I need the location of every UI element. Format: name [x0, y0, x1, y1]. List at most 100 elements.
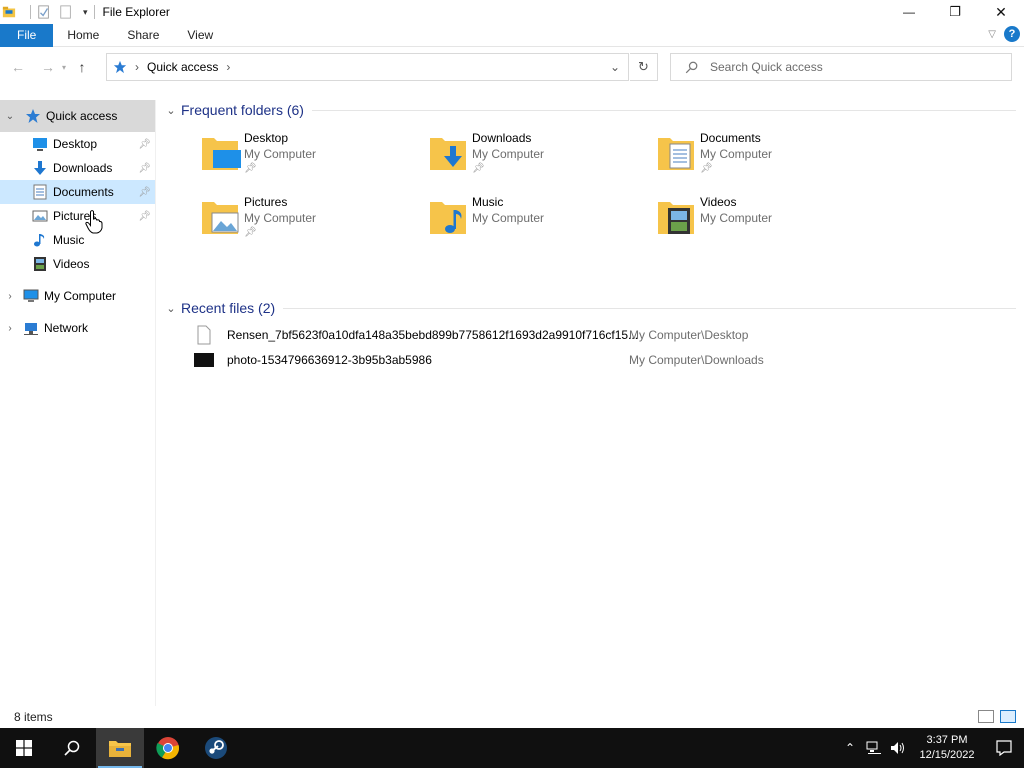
show-hidden-icons-button[interactable]: ⌃	[838, 741, 862, 755]
breadcrumb-chevron-icon[interactable]: ›	[226, 60, 230, 74]
network-icon	[24, 323, 38, 335]
chrome-app[interactable]	[144, 728, 192, 768]
folder-name: Pictures	[244, 195, 288, 209]
nav-music[interactable]: Music	[0, 228, 155, 252]
title-bar: ▾ File Explorer — ❐ ✕	[0, 0, 1024, 24]
nav-quick-access[interactable]: ⌄ Quick access	[0, 100, 155, 132]
tile-text: Music My Computer	[472, 194, 544, 250]
search-box[interactable]: Search Quick access	[670, 53, 1012, 81]
ribbon-right: ▽ ?	[988, 26, 1020, 42]
expand-chevron-icon[interactable]: ›	[3, 291, 17, 302]
minimize-icon: —	[903, 5, 915, 19]
breadcrumb-separator-icon[interactable]: ›	[135, 60, 139, 74]
nav-videos[interactable]: Videos	[0, 252, 155, 276]
tab-view[interactable]: View	[173, 24, 227, 47]
nav-label: Documents	[53, 185, 114, 199]
folder-location: My Computer	[472, 147, 545, 161]
navigation-pane: ⌄ Quick access Desktop 📌︎ Downloads 📌︎ D…	[0, 100, 156, 706]
file-explorer-icon[interactable]	[2, 5, 16, 19]
refresh-icon: ↻	[638, 59, 649, 74]
tab-file[interactable]: File	[0, 23, 54, 47]
back-button[interactable]: ←	[4, 53, 32, 81]
properties-icon[interactable]	[37, 5, 51, 19]
details-view-button[interactable]	[978, 710, 994, 723]
desktop-folder-icon	[202, 138, 241, 170]
folder-name: Desktop	[244, 131, 289, 145]
nav-desktop[interactable]: Desktop 📌︎	[0, 132, 155, 156]
group-collapse-chevron-icon[interactable]: ⌄	[162, 302, 180, 315]
nav-downloads[interactable]: Downloads 📌︎	[0, 156, 155, 180]
folder-tile-pictures[interactable]: Pictures My Computer 📌︎	[198, 194, 418, 250]
tile-text: Desktop My Computer 📌︎	[244, 130, 316, 186]
address-bar[interactable]: › Quick access › ⌄	[106, 53, 629, 81]
folder-tile-videos[interactable]: Videos My Computer	[654, 194, 874, 250]
volume-icon	[891, 742, 904, 754]
search-button[interactable]	[48, 728, 96, 768]
frequent-folders-grid: Desktop My Computer 📌︎ Downloads My Comp…	[162, 130, 1016, 258]
divider	[283, 307, 1016, 309]
nav-my-computer[interactable]: › My Computer	[0, 284, 155, 308]
documents-folder-icon	[658, 138, 694, 170]
start-button[interactable]	[0, 728, 48, 768]
tab-share[interactable]: Share	[113, 24, 173, 47]
image-file-icon	[194, 353, 214, 367]
folder-name: Documents	[700, 131, 761, 145]
pin-icon: 📌︎	[138, 138, 151, 150]
action-center-button[interactable]	[984, 740, 1024, 756]
folder-location: My Computer	[244, 211, 317, 225]
customize-qat-chevron-icon[interactable]: ▾	[83, 7, 88, 18]
group-collapse-chevron-icon[interactable]: ⌄	[162, 104, 180, 117]
volume-tray-button[interactable]	[886, 741, 910, 755]
pin-icon: 📌︎	[138, 162, 151, 174]
close-button[interactable]: ✕	[978, 0, 1024, 24]
downloads-folder-icon	[430, 138, 466, 170]
network-tray-button[interactable]	[862, 741, 886, 755]
up-arrow-icon: ↑	[78, 59, 86, 75]
nav-documents[interactable]: Documents 📌︎	[0, 180, 155, 204]
desktop-icon	[33, 138, 47, 151]
help-button[interactable]: ?	[1004, 26, 1020, 42]
new-folder-icon[interactable]	[59, 5, 73, 19]
folder-tile-downloads[interactable]: Downloads My Computer 📌︎	[426, 130, 646, 186]
expand-ribbon-chevron-icon[interactable]: ▽	[988, 29, 996, 40]
file-name: photo-1534796636912-3b95b3ab5986	[227, 353, 432, 367]
computer-icon	[23, 289, 39, 302]
folder-tile-documents[interactable]: Documents My Computer 📌︎	[654, 130, 874, 186]
nav-label: My Computer	[44, 289, 117, 303]
expand-chevron-icon[interactable]: ›	[3, 323, 17, 334]
quick-access-toolbar: ▾	[0, 0, 101, 24]
pictures-icon	[32, 210, 48, 222]
nav-label: Quick access	[46, 109, 118, 123]
hand-cursor-icon	[85, 210, 103, 234]
large-icons-view-button[interactable]	[1000, 710, 1016, 723]
recent-file-row[interactable]: photo-1534796636912-3b95b3ab5986 My Comp…	[162, 348, 1012, 372]
recent-locations-chevron-icon[interactable]: ▾	[62, 63, 66, 72]
content-pane: ⌄ Frequent folders (6) Desktop My Comput…	[162, 100, 1016, 383]
collapse-chevron-icon[interactable]: ⌄	[3, 111, 17, 122]
clock-time: 3:37 PM	[926, 734, 968, 746]
pin-icon: 📌︎	[244, 227, 257, 238]
clock[interactable]: 3:37 PM 12/15/2022	[910, 733, 984, 763]
nav-network[interactable]: › Network	[0, 316, 155, 340]
downloads-icon	[34, 161, 46, 175]
file-explorer-app[interactable]	[96, 728, 144, 768]
steam-app[interactable]	[192, 728, 240, 768]
network-tray-icon	[866, 741, 881, 754]
folder-tile-music[interactable]: Music My Computer	[426, 194, 646, 250]
minimize-button[interactable]: —	[886, 0, 932, 24]
videos-icon	[34, 257, 46, 271]
nav-pictures[interactable]: Pictures 📌︎	[0, 204, 155, 228]
forward-button[interactable]: →	[34, 53, 62, 81]
address-dropdown-icon[interactable]: ⌄	[610, 60, 620, 74]
frequent-folders-header[interactable]: ⌄ Frequent folders (6)	[162, 100, 1016, 120]
refresh-button[interactable]: ↻	[630, 53, 658, 81]
breadcrumb-quick-access[interactable]: Quick access	[147, 60, 218, 74]
restore-button[interactable]: ❐	[932, 0, 978, 24]
tab-home[interactable]: Home	[53, 24, 113, 47]
folder-tile-desktop[interactable]: Desktop My Computer 📌︎	[198, 130, 418, 186]
folder-name: Downloads	[472, 131, 532, 145]
recent-files-header[interactable]: ⌄ Recent files (2)	[162, 298, 1016, 318]
recent-file-row[interactable]: Rensen_7bf5623f0a10dfa148a35bebd899b7758…	[162, 323, 1012, 347]
folder-name: Music	[472, 195, 504, 209]
up-button[interactable]: ↑	[68, 53, 96, 81]
